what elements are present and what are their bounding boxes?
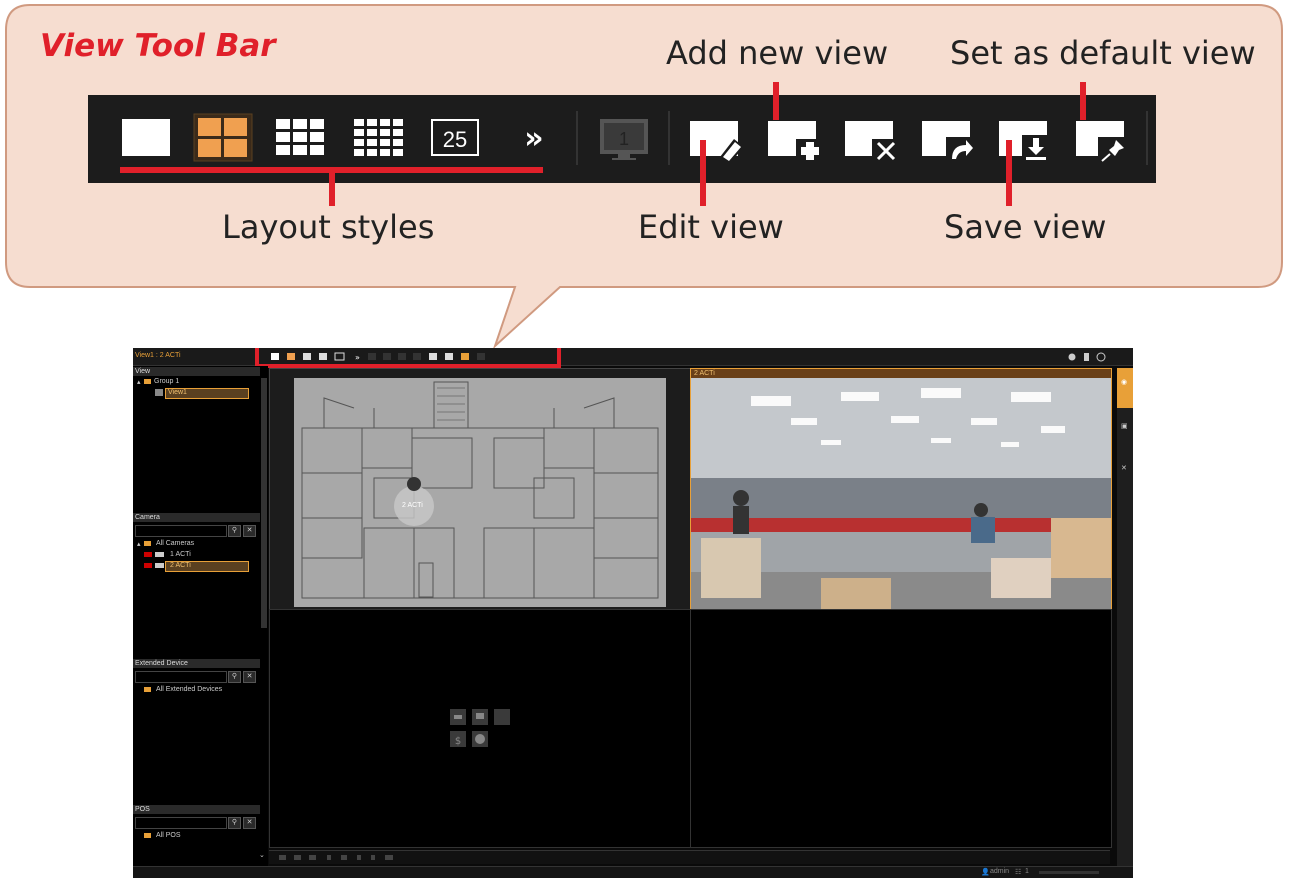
layout-25-label: 25 xyxy=(443,127,467,152)
add-view-icon xyxy=(768,121,824,163)
video-cell-map[interactable]: 2 ACTi xyxy=(269,368,692,610)
pos-clear-button[interactable]: ✕ xyxy=(243,817,256,829)
nvr-app-window: View1 : 2 ACTi » View ▴ Group 1 View1 Ca… xyxy=(133,348,1133,878)
view-panel-header: View xyxy=(133,367,260,376)
left-panel-scrollbar[interactable] xyxy=(261,378,267,628)
label-set-default-view: Set as default view xyxy=(950,34,1256,72)
camera-search-button[interactable]: ⚲ xyxy=(228,525,241,537)
all-cameras-item[interactable]: All Cameras xyxy=(156,540,194,547)
cameras-expander[interactable]: ▴ xyxy=(137,540,141,548)
layout-4x4-icon xyxy=(354,119,403,156)
all-extended-devices-item[interactable]: All Extended Devices xyxy=(156,686,222,693)
camera-cell-titlebar xyxy=(691,369,1111,378)
video-cell-empty-1[interactable]: $ xyxy=(269,609,692,848)
pos-search-input[interactable] xyxy=(135,817,227,829)
live-view-tab[interactable] xyxy=(1117,368,1133,408)
floor-plan-map: 2 ACTi xyxy=(294,378,666,607)
extended-folder-icon xyxy=(144,687,151,692)
more-layouts-icon: » xyxy=(524,121,543,156)
edit-view-icon xyxy=(690,121,744,163)
left-panel xyxy=(133,366,268,878)
video-cell-camera[interactable]: 2 ACTi xyxy=(690,368,1112,610)
camera-2-icon xyxy=(155,563,164,568)
camera-cell-title: 2 ACTi xyxy=(694,370,715,377)
layout-1x1-icon xyxy=(122,119,170,156)
map-camera-label: 2 ACTi xyxy=(402,502,423,509)
label-edit-view: Edit view xyxy=(638,208,784,246)
camera-item-2: 2 ACTi xyxy=(170,562,191,569)
video-cell-empty-2[interactable] xyxy=(690,609,1112,848)
all-pos-item[interactable]: All POS xyxy=(156,832,181,839)
layout-2x2-icon xyxy=(193,113,253,162)
callout-title: View Tool Bar xyxy=(40,28,276,64)
share-view-icon xyxy=(922,121,974,163)
empty-cell-quick-icons: $ xyxy=(450,709,510,747)
top-right-icons xyxy=(1068,352,1106,362)
camera-panel-header: Camera xyxy=(133,513,260,522)
pos-panel-header: POS xyxy=(133,805,260,814)
monitor-number: 1 xyxy=(619,129,629,149)
extended-search-input[interactable] xyxy=(135,671,227,683)
camera-1-icon xyxy=(155,552,164,557)
playback-controls-icons xyxy=(279,855,393,860)
view-layout-icon xyxy=(155,389,163,396)
delete-view-icon xyxy=(845,121,900,163)
group-expander[interactable]: ▴ xyxy=(137,378,141,386)
extended-search-button[interactable]: ⚲ xyxy=(228,671,241,683)
floor-plan-drawing xyxy=(301,381,659,599)
playback-tab-icon[interactable]: ▣ xyxy=(1121,422,1128,430)
label-add-new-view: Add new view xyxy=(666,34,889,72)
label-save-view: Save view xyxy=(944,208,1107,246)
folder-icon xyxy=(144,379,151,384)
toolbar-highlight-box xyxy=(255,348,561,368)
status-count: 1 xyxy=(1025,868,1029,875)
pos-search-button[interactable]: ⚲ xyxy=(228,817,241,829)
settings-tab-icon[interactable]: ✕ xyxy=(1121,464,1127,472)
pin-default-icon xyxy=(1076,121,1126,163)
svg-text:$: $ xyxy=(455,736,461,747)
user-icon: 👤 xyxy=(981,869,990,876)
office-camera-feed xyxy=(691,378,1111,609)
status-user: admin xyxy=(990,868,1010,875)
extended-clear-button[interactable]: ✕ xyxy=(243,671,256,683)
playback-toolbar xyxy=(269,850,1110,864)
view-item-label: View1 xyxy=(168,389,187,396)
eye-icon: ◉ xyxy=(1121,379,1128,386)
extended-panel-header: Extended Device xyxy=(133,659,260,668)
cameras-folder-icon xyxy=(144,541,151,546)
panel-collapse-arrow[interactable]: ⌄ xyxy=(259,851,265,859)
volume-slider[interactable] xyxy=(1039,871,1099,874)
camera-item-1[interactable]: 1 ACTi xyxy=(170,551,191,558)
default-view-pointer xyxy=(1080,82,1086,120)
camera-1-status-icon xyxy=(144,552,152,557)
save-view-pointer xyxy=(1006,140,1012,206)
app-title: View1 : 2 ACTi xyxy=(135,352,181,359)
connections-icon: ☷ xyxy=(1015,869,1022,876)
camera-search-input[interactable] xyxy=(135,525,227,537)
layout-3x3-icon xyxy=(276,119,324,155)
camera-clear-button[interactable]: ✕ xyxy=(243,525,256,537)
right-sidebar xyxy=(1117,368,1133,878)
view-group-item[interactable]: Group 1 xyxy=(154,378,179,385)
edit-view-pointer xyxy=(700,140,706,206)
add-view-pointer xyxy=(773,82,779,120)
label-layout-styles: Layout styles xyxy=(222,208,435,246)
pos-folder-icon xyxy=(144,833,151,838)
camera-2-status-icon xyxy=(144,563,152,568)
layout-styles-pointer xyxy=(329,170,335,206)
